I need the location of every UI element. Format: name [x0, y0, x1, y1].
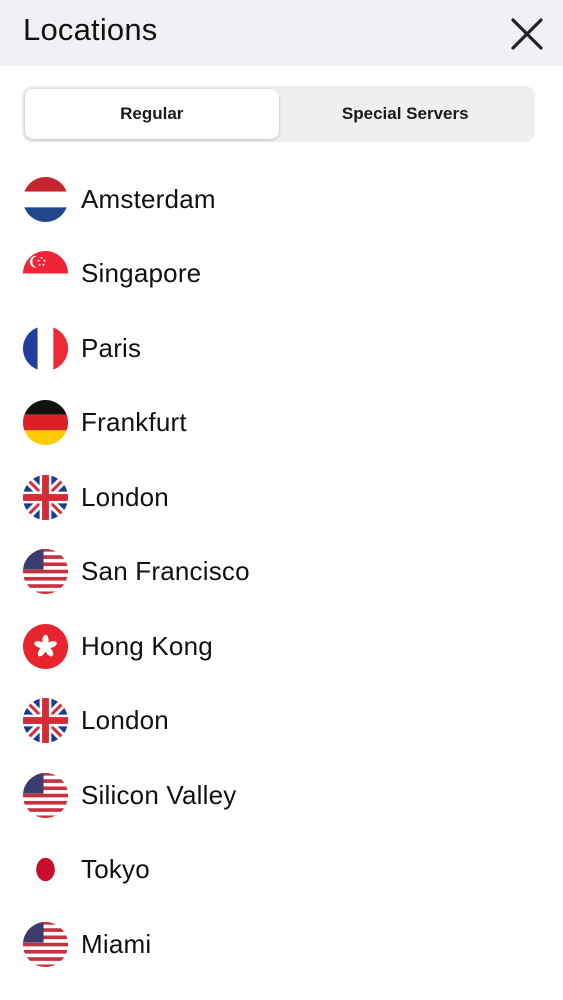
location-name: Miami	[81, 928, 152, 959]
tab-regular[interactable]: Regular	[25, 89, 279, 139]
location-name: Frankfurt	[81, 407, 187, 438]
location-row-frankfurt[interactable]: Frankfurt	[0, 386, 563, 461]
server-type-segmented-control: Regular Special Servers	[22, 86, 535, 142]
japan-flag-icon	[22, 847, 69, 893]
hong-kong-flag-icon	[22, 623, 69, 669]
singapore-flag-icon	[22, 251, 69, 297]
tab-special-servers[interactable]: Special Servers	[279, 89, 533, 139]
uk-flag-icon	[22, 698, 69, 744]
location-name: San Francisco	[81, 556, 250, 587]
location-row-london[interactable]: London	[0, 460, 563, 535]
france-flag-icon	[22, 325, 69, 371]
location-name: London	[81, 481, 169, 512]
location-row-silicon-valley[interactable]: Silicon Valley	[0, 758, 563, 833]
usa-flag-icon	[22, 772, 69, 818]
germany-flag-icon	[22, 400, 69, 446]
close-icon	[511, 18, 543, 50]
location-name: Singapore	[81, 258, 202, 289]
location-name: London	[81, 705, 169, 736]
location-row-amsterdam[interactable]: Amsterdam	[0, 162, 563, 237]
location-name: Hong Kong	[81, 630, 213, 661]
location-row-san-francisco[interactable]: San Francisco	[0, 535, 563, 610]
usa-flag-icon	[22, 549, 69, 595]
location-name: Amsterdam	[81, 183, 216, 214]
netherlands-flag-icon	[22, 176, 69, 222]
usa-flag-icon	[22, 921, 69, 967]
header-bar: Locations	[0, 0, 563, 66]
location-name: Silicon Valley	[81, 779, 237, 810]
close-button[interactable]	[505, 12, 549, 56]
location-name: Tokyo	[81, 854, 150, 885]
location-name: Paris	[81, 332, 142, 363]
location-row-hong-kong[interactable]: Hong Kong	[0, 609, 563, 684]
location-row-miami[interactable]: Miami	[0, 907, 563, 982]
locations-list: Amsterdam Singapore Paris Frankfurt Lond…	[0, 162, 563, 982]
page-title: Locations	[23, 12, 158, 47]
location-row-london[interactable]: London	[0, 684, 563, 759]
location-row-paris[interactable]: Paris	[0, 311, 563, 386]
location-row-tokyo[interactable]: Tokyo	[0, 833, 563, 908]
location-row-singapore[interactable]: Singapore	[0, 237, 563, 312]
uk-flag-icon	[22, 474, 69, 520]
